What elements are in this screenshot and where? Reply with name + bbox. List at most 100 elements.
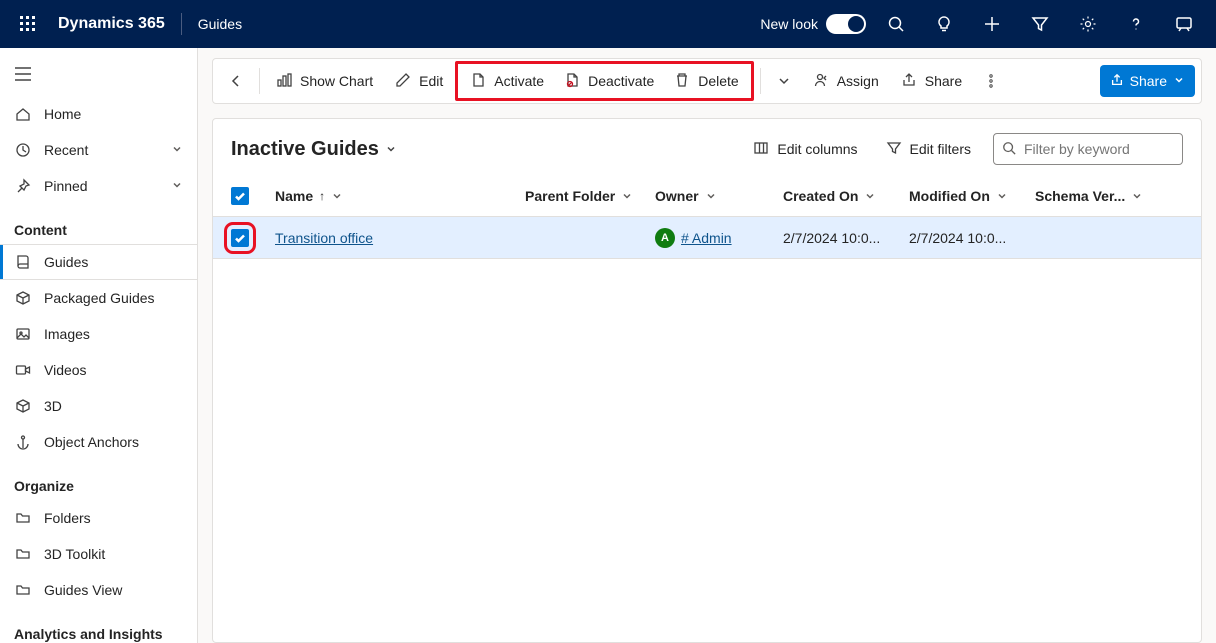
sidebar-item-label: Guides [44,254,183,270]
command-label: Edit [419,73,443,89]
new-look-label: New look [760,16,818,32]
view-title-label: Inactive Guides [231,138,379,161]
chevron-down-icon [171,142,183,158]
new-look-toggle[interactable]: New look [760,14,866,34]
back-button[interactable] [219,64,253,98]
sidebar-item-guides-view[interactable]: Guides View [0,572,197,608]
sidebar-collapse-button[interactable] [0,52,197,96]
share-icon [901,72,917,91]
sidebar-item-3d-toolkit[interactable]: 3D Toolkit [0,536,197,572]
sidebar-item-guides[interactable]: Guides [0,244,197,280]
sort-indicator: ↑ [319,189,325,203]
sidebar-item-3d[interactable]: 3D [0,388,197,424]
sidebar-item-pinned[interactable]: Pinned [0,168,197,204]
settings-icon[interactable] [1064,0,1112,48]
column-header-parent[interactable]: Parent Folder [525,188,655,204]
chevron-down-icon [385,143,397,155]
toggle-switch-icon[interactable] [826,14,866,34]
avatar: A [655,228,675,248]
sidebar-item-home[interactable]: Home [0,96,197,132]
column-header-created[interactable]: Created On [783,188,909,204]
sidebar-item-label: 3D [44,398,183,414]
separator [760,68,761,94]
lightbulb-icon[interactable] [920,0,968,48]
search-input[interactable] [1022,140,1202,158]
record-name-link[interactable]: Transition office [275,230,373,246]
sidebar-item-packaged-guides[interactable]: Packaged Guides [0,280,197,316]
more-commands-button[interactable] [974,64,1008,98]
share-primary-button[interactable]: Share [1100,65,1195,97]
annotation-highlight: Activate Deactivate Delete [455,61,753,101]
column-label: Name [275,188,313,204]
column-label: Modified On [909,188,990,204]
activate-button[interactable]: Activate [460,64,554,98]
command-label: Share [1130,73,1167,89]
sidebar-item-label: 3D Toolkit [44,546,183,562]
owner-link[interactable]: # Admin [681,230,732,246]
app-launcher-icon[interactable] [4,0,52,48]
document-icon [470,72,486,91]
command-label: Activate [494,73,544,89]
chevron-down-icon [705,190,717,202]
column-header-owner[interactable]: Owner [655,188,783,204]
share-button[interactable]: Share [891,64,972,98]
assistant-icon[interactable] [1160,0,1208,48]
document-block-icon [564,72,580,91]
sidebar-item-object-anchors[interactable]: Object Anchors [0,424,197,460]
cell-created: 2/7/2024 10:0... [783,230,909,246]
folder-icon [14,546,32,562]
sidebar-item-videos[interactable]: Videos [0,352,197,388]
table-row[interactable]: Transition office A # Admin 2/7/2024 10:… [213,217,1201,259]
sidebar-item-images[interactable]: Images [0,316,197,352]
column-header-modified[interactable]: Modified On [909,188,1035,204]
main-content: Show Chart Edit Activate Deactivate Dele… [198,48,1216,643]
command-bar: Show Chart Edit Activate Deactivate Dele… [212,58,1202,104]
chevron-down-icon [331,190,343,202]
show-chart-button[interactable]: Show Chart [266,64,383,98]
trash-icon [674,72,690,91]
columns-icon [753,140,769,159]
assign-button[interactable]: Assign [803,64,889,98]
column-header-schema[interactable]: Schema Ver... [1035,188,1145,204]
column-header-name[interactable]: Name ↑ [275,188,525,204]
view-title[interactable]: Inactive Guides [231,138,397,161]
cell-modified: 2/7/2024 10:0... [909,230,1035,246]
chevron-down-icon [996,190,1008,202]
module-title: Guides [198,16,242,32]
grid-header-row: Name ↑ Parent Folder Owner Created On [213,175,1201,217]
column-label: Created On [783,188,858,204]
sidebar-item-label: Object Anchors [44,434,183,450]
tool-label: Edit filters [910,141,971,157]
column-label: Parent Folder [525,188,615,204]
row-checkbox[interactable] [231,229,249,247]
keyword-filter[interactable] [993,133,1183,165]
cell-owner: A # Admin [655,228,783,248]
sidebar-item-folders[interactable]: Folders [0,500,197,536]
topbar-separator [181,13,182,35]
delete-button[interactable]: Delete [664,64,748,98]
sidebar-item-label: Images [44,326,183,342]
add-icon[interactable] [968,0,1016,48]
cube-icon [14,398,32,414]
filter-icon[interactable] [1016,0,1064,48]
command-label: Deactivate [588,73,654,89]
data-grid: Name ↑ Parent Folder Owner Created On [213,175,1201,642]
search-icon[interactable] [872,0,920,48]
overflow-chevron-button[interactable] [767,64,801,98]
edit-filters-button[interactable]: Edit filters [880,136,977,163]
clock-icon [14,142,32,158]
column-label: Schema Ver... [1035,188,1125,204]
folder-icon [14,510,32,526]
anchor-icon [14,434,32,450]
edit-columns-button[interactable]: Edit columns [747,136,863,163]
tool-label: Edit columns [777,141,857,157]
folder-icon [14,582,32,598]
column-label: Owner [655,188,699,204]
deactivate-button[interactable]: Deactivate [554,64,664,98]
select-all-checkbox[interactable] [231,187,249,205]
sidebar-item-recent[interactable]: Recent [0,132,197,168]
sidebar-item-label: Videos [44,362,183,378]
command-label: Share [925,73,962,89]
help-icon[interactable] [1112,0,1160,48]
edit-button[interactable]: Edit [385,64,453,98]
